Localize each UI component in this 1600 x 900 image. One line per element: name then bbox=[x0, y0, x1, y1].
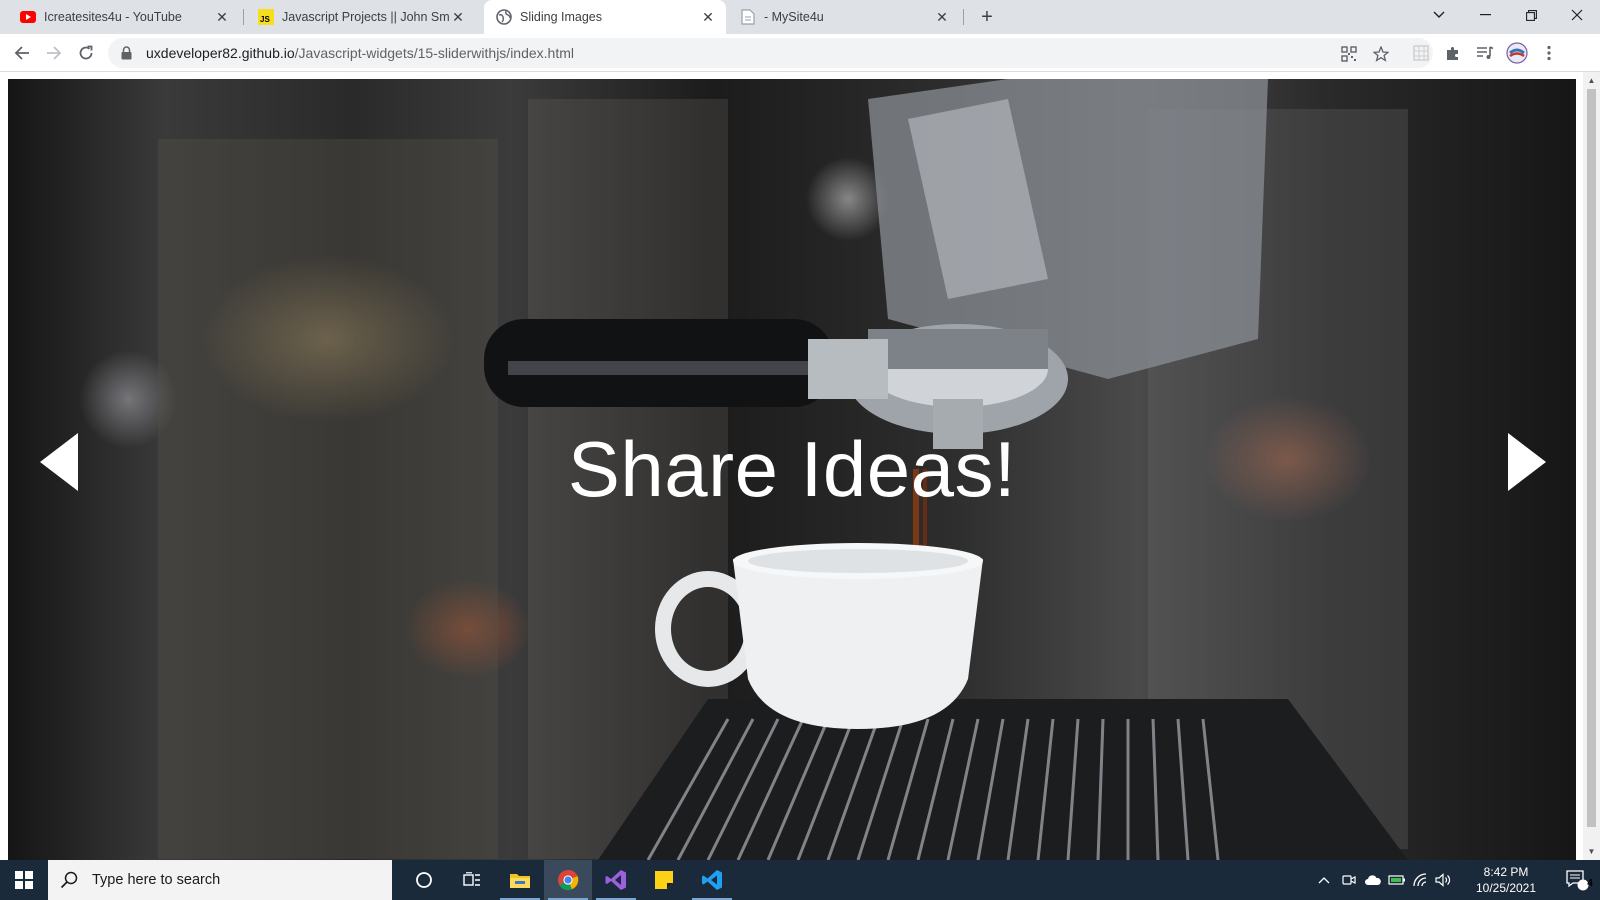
star-icon[interactable] bbox=[1372, 45, 1390, 63]
sticky-notes-icon bbox=[655, 871, 673, 889]
youtube-icon bbox=[20, 9, 36, 25]
js-icon: JS bbox=[258, 9, 274, 25]
vertical-scrollbar[interactable]: ▲ ▼ bbox=[1583, 72, 1600, 860]
system-clock[interactable]: 8:42 PM 10/25/2021 bbox=[1474, 864, 1538, 896]
qr-code-icon[interactable] bbox=[1340, 45, 1358, 63]
url-host: uxdeveloper82.github.io bbox=[146, 45, 295, 61]
windows-logo-icon bbox=[15, 871, 33, 889]
tab-mysite4u[interactable]: - MySite4u ✕ bbox=[728, 0, 960, 34]
media-control-icon[interactable] bbox=[1474, 42, 1496, 64]
clock-date: 10/25/2021 bbox=[1475, 881, 1537, 895]
visual-studio-button[interactable] bbox=[592, 860, 640, 900]
close-tab-icon[interactable]: ✕ bbox=[450, 9, 466, 25]
search-icon bbox=[60, 871, 78, 889]
url-text[interactable]: uxdeveloper82.github.io/Javascript-widge… bbox=[146, 45, 574, 61]
js-icon-text: JS bbox=[260, 15, 270, 24]
folder-icon bbox=[510, 874, 530, 888]
chevron-down-icon bbox=[1433, 11, 1445, 18]
extension-grid-icon[interactable] bbox=[1410, 42, 1432, 64]
volume-icon[interactable] bbox=[1432, 860, 1454, 900]
tab-sliding-images[interactable]: Sliding Images ✕ bbox=[484, 0, 726, 34]
page-viewport: Share Ideas! bbox=[0, 72, 1600, 860]
new-tab-button[interactable]: + bbox=[975, 5, 999, 29]
task-view-icon bbox=[463, 872, 480, 886]
puzzle-icon[interactable] bbox=[1442, 42, 1464, 64]
close-icon bbox=[1571, 9, 1583, 21]
tab-separator bbox=[963, 9, 964, 25]
back-button[interactable] bbox=[8, 39, 36, 67]
restore-icon bbox=[1525, 9, 1537, 21]
action-center-button[interactable]: 4 bbox=[1554, 860, 1600, 900]
globe-icon bbox=[496, 9, 512, 25]
file-explorer-button[interactable] bbox=[496, 860, 544, 900]
url-path: /Javascript-widgets/15-sliderwithjs/inde… bbox=[294, 45, 574, 61]
tab-title: Javascript Projects || John Smilga bbox=[282, 10, 450, 24]
cortana-button[interactable] bbox=[400, 860, 448, 900]
chrome-button[interactable] bbox=[544, 860, 592, 900]
onedrive-cloud-icon[interactable] bbox=[1362, 860, 1384, 900]
tab-search-button[interactable] bbox=[1416, 0, 1462, 30]
arrow-left-icon bbox=[14, 46, 29, 60]
restore-button[interactable] bbox=[1508, 0, 1554, 30]
visual-studio-icon bbox=[605, 870, 626, 890]
close-tab-icon[interactable]: ✕ bbox=[214, 9, 230, 25]
search-placeholder: Type here to search bbox=[92, 872, 221, 888]
slide-image: Share Ideas! bbox=[8, 79, 1576, 860]
wifi-icon[interactable] bbox=[1410, 860, 1432, 900]
notification-count-badge: 4 bbox=[1587, 878, 1593, 889]
chrome-icon bbox=[558, 869, 579, 891]
arrow-right-icon bbox=[47, 46, 62, 60]
chevron-up-icon bbox=[1318, 877, 1330, 884]
cortana-circle-icon bbox=[416, 872, 432, 888]
scrollbar-thumb[interactable] bbox=[1587, 89, 1596, 827]
slide-caption: Share Ideas! bbox=[567, 425, 1017, 513]
taskbar-search-box[interactable]: Type here to search bbox=[48, 860, 392, 900]
tab-youtube[interactable]: Icreatesites4u - YouTube ✕ bbox=[8, 0, 240, 34]
minimize-button[interactable] bbox=[1462, 0, 1508, 30]
triangle-right-icon bbox=[1508, 433, 1546, 491]
show-hidden-icons-button[interactable] bbox=[1312, 860, 1336, 900]
sticky-notes-button[interactable] bbox=[640, 860, 688, 900]
reload-button[interactable] bbox=[72, 39, 100, 67]
minimize-icon bbox=[1479, 14, 1491, 16]
tab-strip: Icreatesites4u - YouTube ✕ JS Javascript… bbox=[0, 0, 1600, 34]
task-view-button[interactable] bbox=[448, 860, 496, 900]
lock-icon[interactable] bbox=[118, 45, 134, 61]
close-window-button[interactable] bbox=[1554, 0, 1600, 30]
tab-javascript-projects[interactable]: JS Javascript Projects || John Smilga ✕ bbox=[246, 0, 476, 34]
tab-title: Icreatesites4u - YouTube bbox=[44, 10, 182, 24]
vscode-icon bbox=[702, 870, 722, 890]
page-icon bbox=[740, 9, 756, 25]
tab-title: Sliding Images bbox=[520, 10, 602, 24]
reload-icon bbox=[79, 45, 93, 60]
tab-title: - MySite4u bbox=[764, 10, 824, 24]
scroll-down-arrow-icon[interactable]: ▼ bbox=[1583, 843, 1600, 860]
browser-toolbar: uxdeveloper82.github.io/Javascript-widge… bbox=[0, 34, 1600, 72]
windows-taskbar: Type here to search 8:42 PM 10/25/2021 4 bbox=[0, 860, 1600, 900]
triangle-left-icon bbox=[40, 433, 78, 491]
profile-avatar[interactable] bbox=[1506, 42, 1528, 64]
close-tab-icon[interactable]: ✕ bbox=[934, 9, 950, 25]
vscode-button[interactable] bbox=[688, 860, 736, 900]
clock-time: 8:42 PM bbox=[1483, 865, 1529, 879]
forward-button[interactable] bbox=[40, 39, 68, 67]
start-button[interactable] bbox=[0, 860, 48, 900]
scroll-up-arrow-icon[interactable]: ▲ bbox=[1583, 72, 1600, 89]
close-tab-icon[interactable]: ✕ bbox=[700, 9, 716, 25]
meet-now-icon[interactable] bbox=[1338, 860, 1360, 900]
address-bar[interactable]: uxdeveloper82.github.io/Javascript-widge… bbox=[108, 38, 1433, 68]
tab-separator bbox=[243, 9, 244, 25]
battery-icon[interactable] bbox=[1386, 860, 1408, 900]
previous-slide-button[interactable] bbox=[38, 431, 82, 493]
next-slide-button[interactable] bbox=[1504, 431, 1548, 493]
kebab-menu-icon[interactable] bbox=[1538, 42, 1560, 64]
